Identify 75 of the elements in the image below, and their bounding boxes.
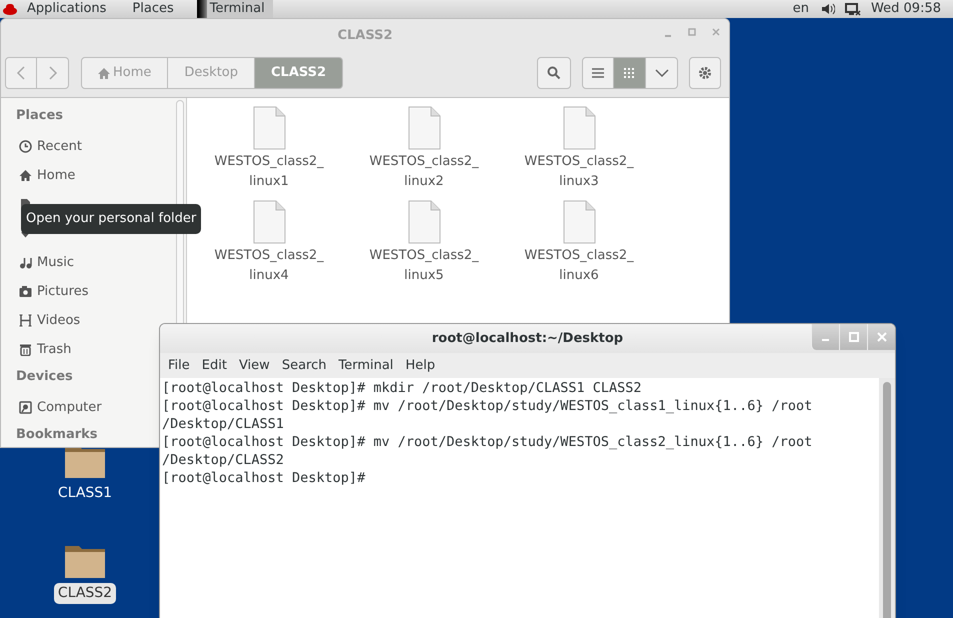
file-name[interactable]: WESTOS_class2_linux2 [364, 152, 484, 192]
taskbar-item[interactable]: Terminal [196, 0, 273, 18]
grid-icon [624, 68, 635, 78]
document-icon[interactable] [251, 200, 287, 244]
folder-label[interactable]: CLASS1 [54, 483, 116, 504]
search-icon [547, 66, 561, 80]
network-icon[interactable] [845, 2, 862, 16]
music-icon [19, 256, 32, 269]
chevron-down-icon [654, 69, 668, 77]
back-button[interactable] [5, 57, 37, 89]
home-icon [98, 68, 110, 78]
terminal-line: [root@localhost Desktop]# [162, 469, 366, 487]
sidebar-heading: Places [15, 107, 64, 125]
menu-item[interactable]: View [232, 356, 276, 376]
language-indicator[interactable]: en [792, 0, 810, 19]
maximize-icon [848, 332, 858, 342]
maximize-icon[interactable] [687, 27, 697, 37]
menu-item[interactable]: Help [399, 356, 442, 376]
window-title: root@localhost:~/Desktop [432, 330, 624, 348]
menu-item[interactable]: File [162, 356, 196, 376]
document-icon[interactable] [561, 106, 597, 150]
view-options-button[interactable] [646, 57, 678, 89]
tooltip: Open your personal folder [21, 204, 202, 234]
sidebar-item[interactable]: Home [19, 166, 80, 186]
terminal-line: /Desktop/CLASS1 [162, 415, 285, 433]
menu-item[interactable]: Search [276, 356, 332, 376]
document-icon[interactable] [561, 200, 597, 244]
clock[interactable]: Wed 09:58 [871, 0, 941, 19]
file-name[interactable]: WESTOS_class2_linux1 [209, 152, 329, 192]
window-title: CLASS2 [337, 27, 393, 45]
terminal-line: /Desktop/CLASS2 [162, 451, 285, 469]
hat-icon [2, 2, 18, 16]
sidebar-item[interactable]: Pictures [19, 282, 92, 302]
terminal-thumbnail-icon [196, 0, 207, 18]
sidebar-item[interactable]: Videos [19, 310, 84, 330]
sidebar-item[interactable]: Music [19, 252, 78, 272]
forward-button[interactable] [37, 57, 69, 89]
sidebar-item[interactable]: Computer [19, 398, 106, 418]
list-icon [592, 68, 604, 78]
search-button[interactable] [537, 57, 571, 89]
close-button[interactable] [867, 324, 895, 350]
terminal-line: [root@localhost Desktop]# mv /root/Desktop/study/WESTOS_class2_linux{1..6} /root [162, 433, 814, 451]
film-icon [19, 314, 32, 327]
file-name[interactable]: WESTOS_class2_linux4 [209, 246, 329, 286]
file-name[interactable]: WESTOS_class2_linux6 [519, 246, 639, 286]
terminal-line: [root@localhost Desktop]# mkdir /root/Desktop/CLASS1 CLASS2 [162, 379, 643, 397]
document-icon[interactable] [406, 200, 442, 244]
menu-item[interactable]: Applications [24, 0, 110, 19]
menu-item[interactable]: Terminal [332, 356, 400, 376]
minimize-icon [822, 339, 829, 341]
file-name[interactable]: WESTOS_class2_linux5 [364, 246, 484, 286]
document-icon[interactable] [251, 106, 287, 150]
document-icon[interactable] [406, 106, 442, 150]
scrollbar-thumb[interactable] [883, 382, 891, 618]
home-icon [19, 169, 32, 182]
sidebar-item[interactable]: Recent [19, 136, 86, 156]
menu-item[interactable]: Places [129, 0, 177, 19]
menu-item[interactable]: Edit [196, 356, 233, 376]
trash-icon [19, 343, 32, 356]
close-icon [876, 332, 886, 342]
volume-icon[interactable] [821, 3, 836, 15]
grid-view-button[interactable] [614, 57, 646, 89]
list-view-button[interactable] [582, 57, 614, 89]
file-name[interactable]: WESTOS_class2_linux3 [519, 152, 639, 192]
minimize-button[interactable] [811, 324, 839, 350]
settings-button[interactable] [689, 57, 721, 89]
terminal-line: [root@localhost Desktop]# mv /root/Desktop/study/WESTOS_class1_linux{1..6} /root [162, 397, 814, 415]
clock-icon [19, 140, 32, 153]
folder-label[interactable]: CLASS2 [54, 583, 116, 604]
close-icon[interactable] [711, 27, 721, 37]
sidebar-heading: Devices [15, 368, 74, 386]
maximize-button[interactable] [839, 324, 867, 350]
sidebar-item[interactable]: Trash [19, 340, 76, 360]
camera-icon [19, 285, 32, 298]
settings-icon [698, 66, 712, 80]
